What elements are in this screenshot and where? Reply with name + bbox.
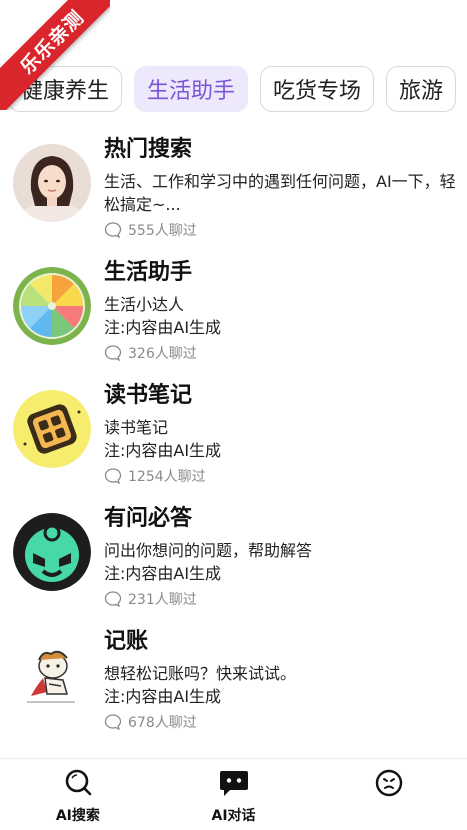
nav-label: AI搜索 <box>55 808 100 824</box>
cartoon-character-icon <box>13 636 91 714</box>
item-title: 有问必答 <box>104 506 193 531</box>
item-description-line2: 注:内容由AI生成 <box>104 441 222 460</box>
item-title: 生活助手 <box>104 260 193 285</box>
avatar <box>13 636 91 714</box>
list-item[interactable]: 热门搜索 生活、工作和学习中的遇到任何问题，AI一下，轻松搞定~... 555人… <box>0 128 467 251</box>
avatar <box>13 390 91 468</box>
item-content: 读书笔记 读书笔记 注:内容由AI生成 1254人聊过 <box>104 380 457 487</box>
woman-portrait-icon <box>13 144 91 222</box>
item-title: 热门搜索 <box>104 137 193 162</box>
chat-count: 1254人聊过 <box>104 465 457 487</box>
item-description: 读书笔记 注:内容由AI生成 <box>104 416 457 462</box>
item-content: 记账 想轻松记账吗？快来试试。 注:内容由AI生成 678人聊过 <box>104 626 457 733</box>
avatar <box>13 267 91 345</box>
item-title: 记账 <box>104 629 149 654</box>
item-description: 生活小达人 注:内容由AI生成 <box>104 293 457 339</box>
app-screen: 乐乐亲测 健康养生 生活助手 吃货专场 旅游 热门搜索 生活、工作和学习中的遇到… <box>0 0 467 830</box>
nav-ai-search[interactable]: AI搜索 <box>0 759 156 830</box>
bottom-navigation: AI搜索 AI对话 <box>0 758 467 830</box>
item-description-line1: 读书笔记 <box>104 418 169 437</box>
item-description: 想轻松记账吗？快来试试。 注:内容由AI生成 <box>104 662 457 708</box>
chat-count-text: 678人聊过 <box>128 715 197 731</box>
tab-foodie[interactable]: 吃货专场 <box>260 66 375 112</box>
chat-count-text: 231人聊过 <box>128 592 197 608</box>
item-description-line2: 注:内容由AI生成 <box>104 318 222 337</box>
list-item[interactable]: 有问必答 问出你想问的问题，帮助解答 注:内容由AI生成 231人聊过 <box>0 497 467 620</box>
face-icon <box>373 767 405 799</box>
avatar <box>13 144 91 222</box>
nav-profile[interactable] <box>311 759 467 830</box>
chat-bubble-icon <box>104 591 122 608</box>
item-title: 读书笔记 <box>104 383 193 408</box>
avatar <box>13 513 91 591</box>
item-content: 有问必答 问出你想问的问题，帮助解答 注:内容由AI生成 231人聊过 <box>104 503 457 610</box>
chat-count: 555人聊过 <box>104 219 457 241</box>
tab-travel[interactable]: 旅游 <box>386 66 457 112</box>
smile-face-icon <box>13 513 91 591</box>
item-description: 生活、工作和学习中的遇到任何问题，AI一下，轻松搞定~... <box>104 172 456 214</box>
chat-count: 678人聊过 <box>104 711 457 733</box>
chat-count-text: 555人聊过 <box>128 223 197 239</box>
book-emblem-icon <box>13 390 91 468</box>
chat-count: 326人聊过 <box>104 342 457 364</box>
item-description: 问出你想问的问题，帮助解答 注:内容由AI生成 <box>104 539 457 585</box>
nav-ai-chat[interactable]: AI对话 <box>156 759 312 830</box>
chat-bubble-icon <box>104 714 122 731</box>
chat-icon <box>218 767 250 799</box>
lemon-slice-icon <box>13 267 91 345</box>
chat-count-text: 326人聊过 <box>128 346 197 362</box>
chat-bubble-icon <box>104 345 122 362</box>
tab-life-assistant[interactable]: 生活助手 <box>134 66 249 112</box>
chat-bubble-icon <box>104 222 122 239</box>
list-item[interactable]: 生活助手 生活小达人 注:内容由AI生成 326人聊过 <box>0 251 467 374</box>
list-item[interactable]: 记账 想轻松记账吗？快来试试。 注:内容由AI生成 678人聊过 <box>0 620 467 743</box>
item-description-line2: 注:内容由AI生成 <box>104 564 222 583</box>
item-description-line1: 想轻松记账吗？快来试试。 <box>104 664 297 683</box>
nav-label: AI对话 <box>211 808 256 824</box>
item-content: 热门搜索 生活、工作和学习中的遇到任何问题，AI一下，轻松搞定~... 555人… <box>104 134 457 241</box>
chat-count: 231人聊过 <box>104 588 457 610</box>
chat-bubble-icon <box>104 468 122 485</box>
item-description-line2: 注:内容由AI生成 <box>104 687 222 706</box>
item-description-line1: 问出你想问的问题，帮助解答 <box>104 541 313 560</box>
chat-count-text: 1254人聊过 <box>128 469 206 485</box>
ribbon-label: 乐乐亲测 <box>0 0 110 110</box>
search-icon <box>62 767 94 799</box>
assistant-list: 热门搜索 生活、工作和学习中的遇到任何问题，AI一下，轻松搞定~... 555人… <box>0 128 467 743</box>
corner-ribbon: 乐乐亲测 <box>0 0 110 110</box>
item-description-line1: 生活小达人 <box>104 295 185 314</box>
list-item[interactable]: 读书笔记 读书笔记 注:内容由AI生成 1254人聊过 <box>0 374 467 497</box>
item-content: 生活助手 生活小达人 注:内容由AI生成 326人聊过 <box>104 257 457 364</box>
